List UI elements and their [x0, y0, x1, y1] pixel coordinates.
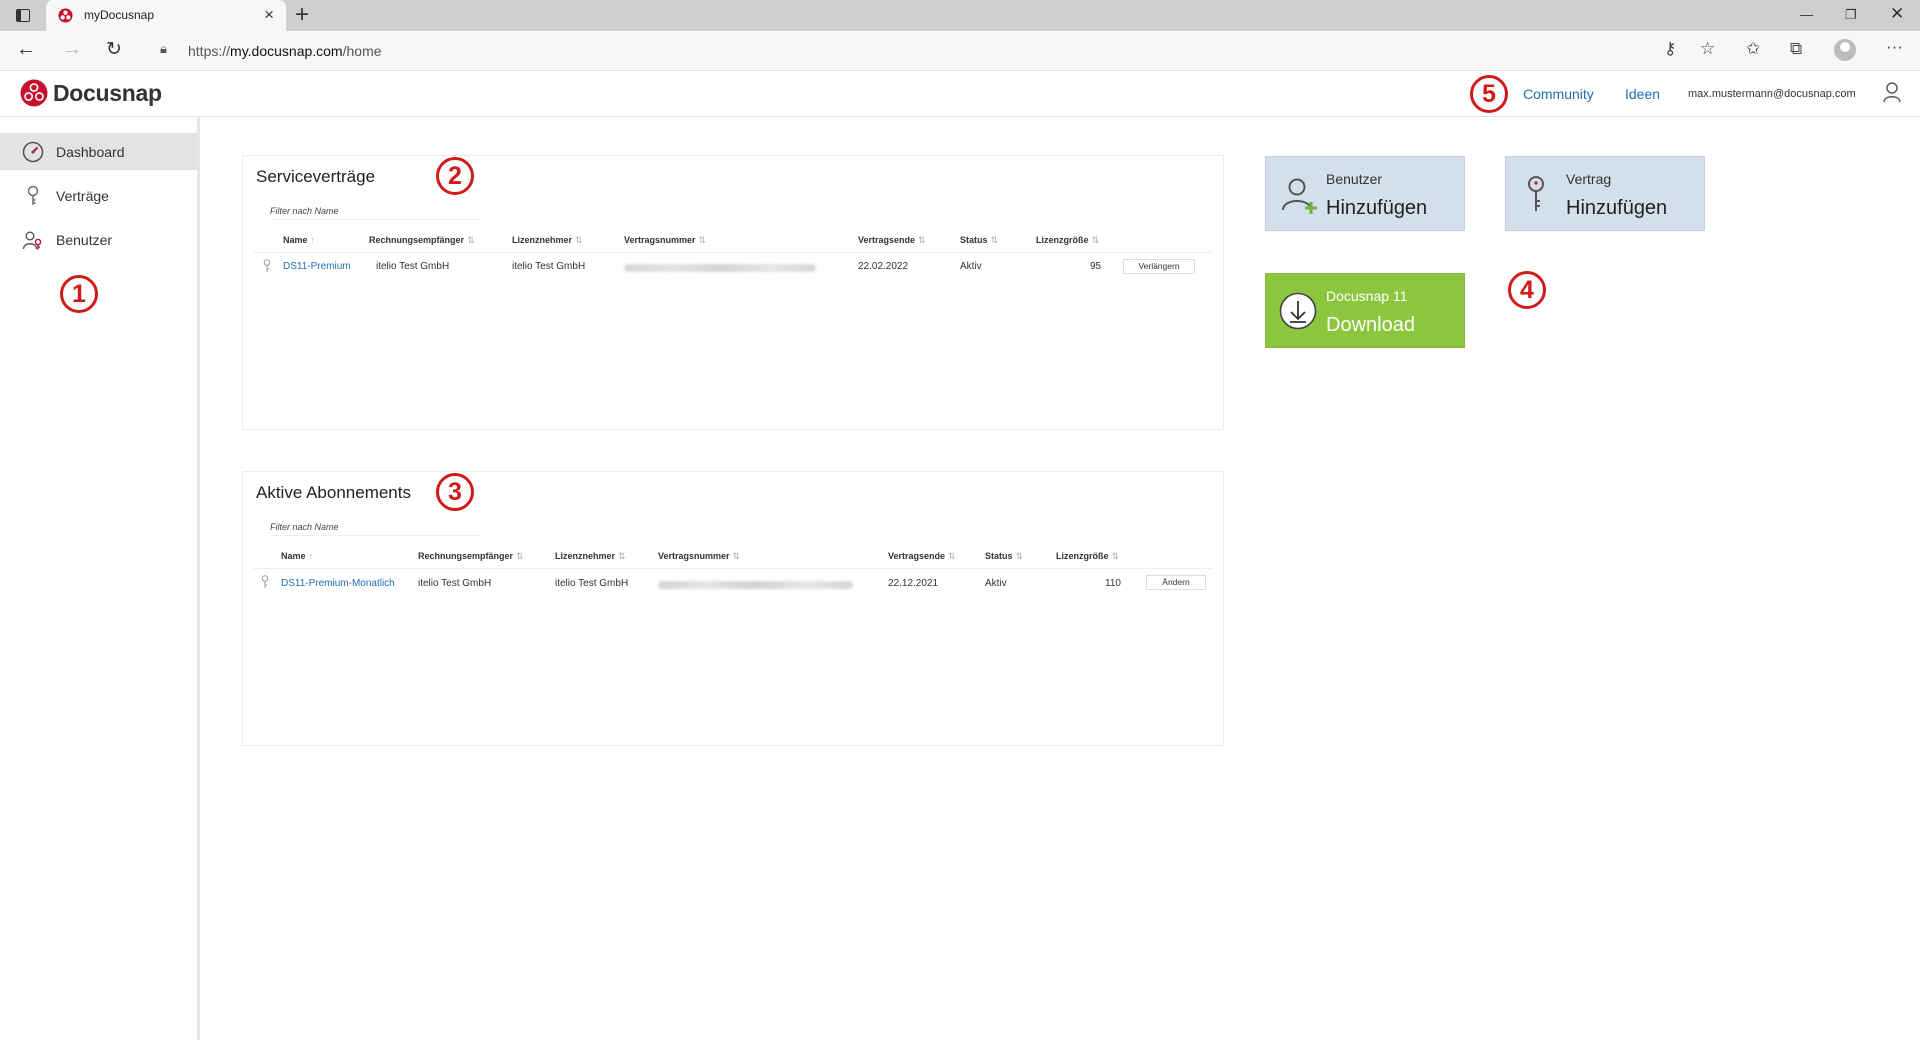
header-divider: [253, 252, 1213, 253]
key-icon: [263, 259, 271, 272]
docusnap-logo[interactable]: Docusnap: [20, 79, 162, 107]
licensee-cell: itelio Test GmbH: [512, 261, 586, 272]
app-header: Docusnap 5 Community Ideen max.musterman…: [0, 71, 1920, 117]
recipient-cell: itelio Test GmbH: [376, 261, 450, 272]
status-cell: Aktiv: [960, 261, 982, 272]
tab-title: myDocusnap: [84, 8, 155, 22]
close-window-icon[interactable]: ✕: [1890, 4, 1904, 24]
key-icon: [261, 575, 269, 588]
add-user-icon: [1282, 178, 1317, 214]
column-header-contract-number[interactable]: Vertragsnummer ⇅: [658, 551, 740, 562]
column-header-recipient[interactable]: Rechnungsempfänger ⇅: [418, 551, 524, 562]
tab-actions-icon[interactable]: [16, 9, 30, 22]
column-header-licensee[interactable]: Lizenznehmer ⇅: [555, 551, 626, 562]
column-header-recipient[interactable]: Rechnungsempfänger ⇅: [369, 235, 475, 246]
tile-small-label: Docusnap 11: [1326, 288, 1408, 304]
tile-small-label: Vertrag: [1566, 171, 1612, 187]
download-tile[interactable]: Docusnap 11 Download: [1265, 273, 1465, 348]
sidebar-item-vertraege[interactable]: Verträge: [0, 177, 197, 214]
column-header-name[interactable]: Name ↑: [283, 235, 315, 245]
column-header-end-date[interactable]: Vertragsende ⇅: [888, 551, 956, 562]
callout-marker-3: 3: [436, 473, 474, 511]
subscriptions-title: Aktive Abonnements: [256, 483, 411, 502]
column-header-license-size[interactable]: Lizenzgröße ⇅: [1036, 235, 1099, 246]
callout-marker-2: 2: [436, 157, 474, 195]
sidebar-item-label: Dashboard: [56, 143, 125, 160]
address-bar: ← → ↻ 🔒︎ https://my.docusnap.com/home ⚷ …: [0, 31, 1920, 71]
lock-icon: 🔒︎: [160, 41, 167, 56]
end-date-cell: 22.12.2021: [888, 578, 939, 589]
callout-marker-4: 4: [1508, 271, 1546, 309]
filter-input[interactable]: Filter nach Name: [270, 522, 480, 536]
add-user-tile[interactable]: Benutzer Hinzufügen: [1265, 156, 1465, 231]
header-divider: [253, 568, 1213, 569]
docusnap-logo-icon: [20, 79, 48, 107]
tile-small-label: Benutzer: [1326, 171, 1383, 187]
community-link[interactable]: Community: [1523, 86, 1594, 102]
column-header-license-size[interactable]: Lizenzgröße ⇅: [1056, 551, 1119, 562]
back-icon[interactable]: ←: [16, 38, 36, 61]
reload-icon[interactable]: ↻: [106, 38, 122, 61]
key-icon: [1528, 176, 1544, 211]
profile-icon[interactable]: [1834, 39, 1856, 61]
service-contracts-panel: Serviceverträge 2 Filter nach Name Name ↑…: [242, 155, 1224, 430]
browser-tab-bar: myDocusnap × + — ❐ ✕: [0, 0, 1920, 31]
user-email[interactable]: max.mustermann@docusnap.com: [1688, 88, 1856, 100]
gauge-icon: [22, 141, 44, 162]
status-cell: Aktiv: [985, 578, 1007, 589]
subscription-name-link[interactable]: DS11-Premium-Monatlich: [281, 578, 395, 589]
url-text: https://my.docusnap.com/home: [188, 43, 382, 59]
contract-name-link[interactable]: DS11-Premium: [283, 261, 351, 272]
contract-number-redacted: [658, 581, 853, 589]
minimize-icon[interactable]: —: [1800, 7, 1813, 22]
restore-icon[interactable]: ❐: [1845, 7, 1857, 23]
sidebar-item-label: Benutzer: [56, 231, 113, 248]
download-icon: [1279, 292, 1317, 330]
license-size-cell: 110: [1105, 578, 1121, 589]
sidebar-item-label: Verträge: [56, 187, 109, 204]
key-icon: [27, 185, 39, 205]
close-tab-icon[interactable]: ×: [264, 5, 274, 25]
add-contract-tile[interactable]: Vertrag Hinzufügen: [1505, 156, 1705, 231]
column-header-licensee[interactable]: Lizenznehmer ⇅: [512, 235, 583, 246]
user-icon[interactable]: [1882, 81, 1902, 103]
column-header-contract-number[interactable]: Vertragsnummer ⇅: [624, 235, 706, 246]
sidebar-item-dashboard[interactable]: Dashboard: [0, 133, 197, 170]
filter-input[interactable]: Filter nach Name: [270, 206, 480, 220]
contract-number-redacted: [624, 264, 816, 272]
favorites-icon[interactable]: ✩: [1746, 39, 1760, 59]
users-icon: [22, 231, 42, 249]
license-size-cell: 95: [1090, 261, 1102, 272]
tile-big-label: Hinzufügen: [1566, 197, 1668, 219]
column-header-end-date[interactable]: Vertragsende ⇅: [858, 235, 926, 246]
key-icon[interactable]: ⚷: [1664, 39, 1676, 59]
recipient-cell: itelio Test GmbH: [418, 578, 492, 589]
browser-tab[interactable]: myDocusnap ×: [46, 0, 286, 31]
favorite-add-icon[interactable]: ☆: [1700, 39, 1715, 59]
tile-big-label: Hinzufügen: [1326, 197, 1428, 219]
subscriptions-panel: Aktive Abonnements 3 Filter nach Name Na…: [242, 471, 1224, 746]
change-button[interactable]: Ändern: [1146, 575, 1206, 590]
url-field[interactable]: 🔒︎ https://my.docusnap.com/home: [148, 36, 1708, 64]
more-menu-icon[interactable]: ···: [1886, 37, 1903, 57]
extend-button[interactable]: Verlängern: [1123, 259, 1195, 274]
column-header-status[interactable]: Status ⇅: [960, 235, 998, 246]
ideas-link[interactable]: Ideen: [1625, 86, 1660, 102]
docusnap-favicon-icon: [58, 8, 73, 23]
collections-icon[interactable]: ⧉: [1790, 39, 1802, 59]
column-header-name[interactable]: Name ↑: [281, 551, 313, 561]
tile-big-label: Download: [1326, 314, 1415, 336]
licensee-cell: itelio Test GmbH: [555, 578, 629, 589]
forward-icon[interactable]: →: [62, 38, 82, 61]
sidebar: Dashboard Verträge Benutzer 1: [0, 117, 200, 1040]
callout-marker-5: 5: [1470, 75, 1508, 113]
column-header-status[interactable]: Status ⇅: [985, 551, 1023, 562]
sidebar-item-benutzer[interactable]: Benutzer: [0, 221, 197, 258]
brand-name: Docusnap: [53, 79, 162, 106]
end-date-cell: 22.02.2022: [858, 261, 909, 272]
callout-marker-1: 1: [60, 275, 98, 313]
service-contracts-title: Serviceverträge: [256, 167, 376, 186]
new-tab-icon[interactable]: +: [295, 1, 309, 29]
